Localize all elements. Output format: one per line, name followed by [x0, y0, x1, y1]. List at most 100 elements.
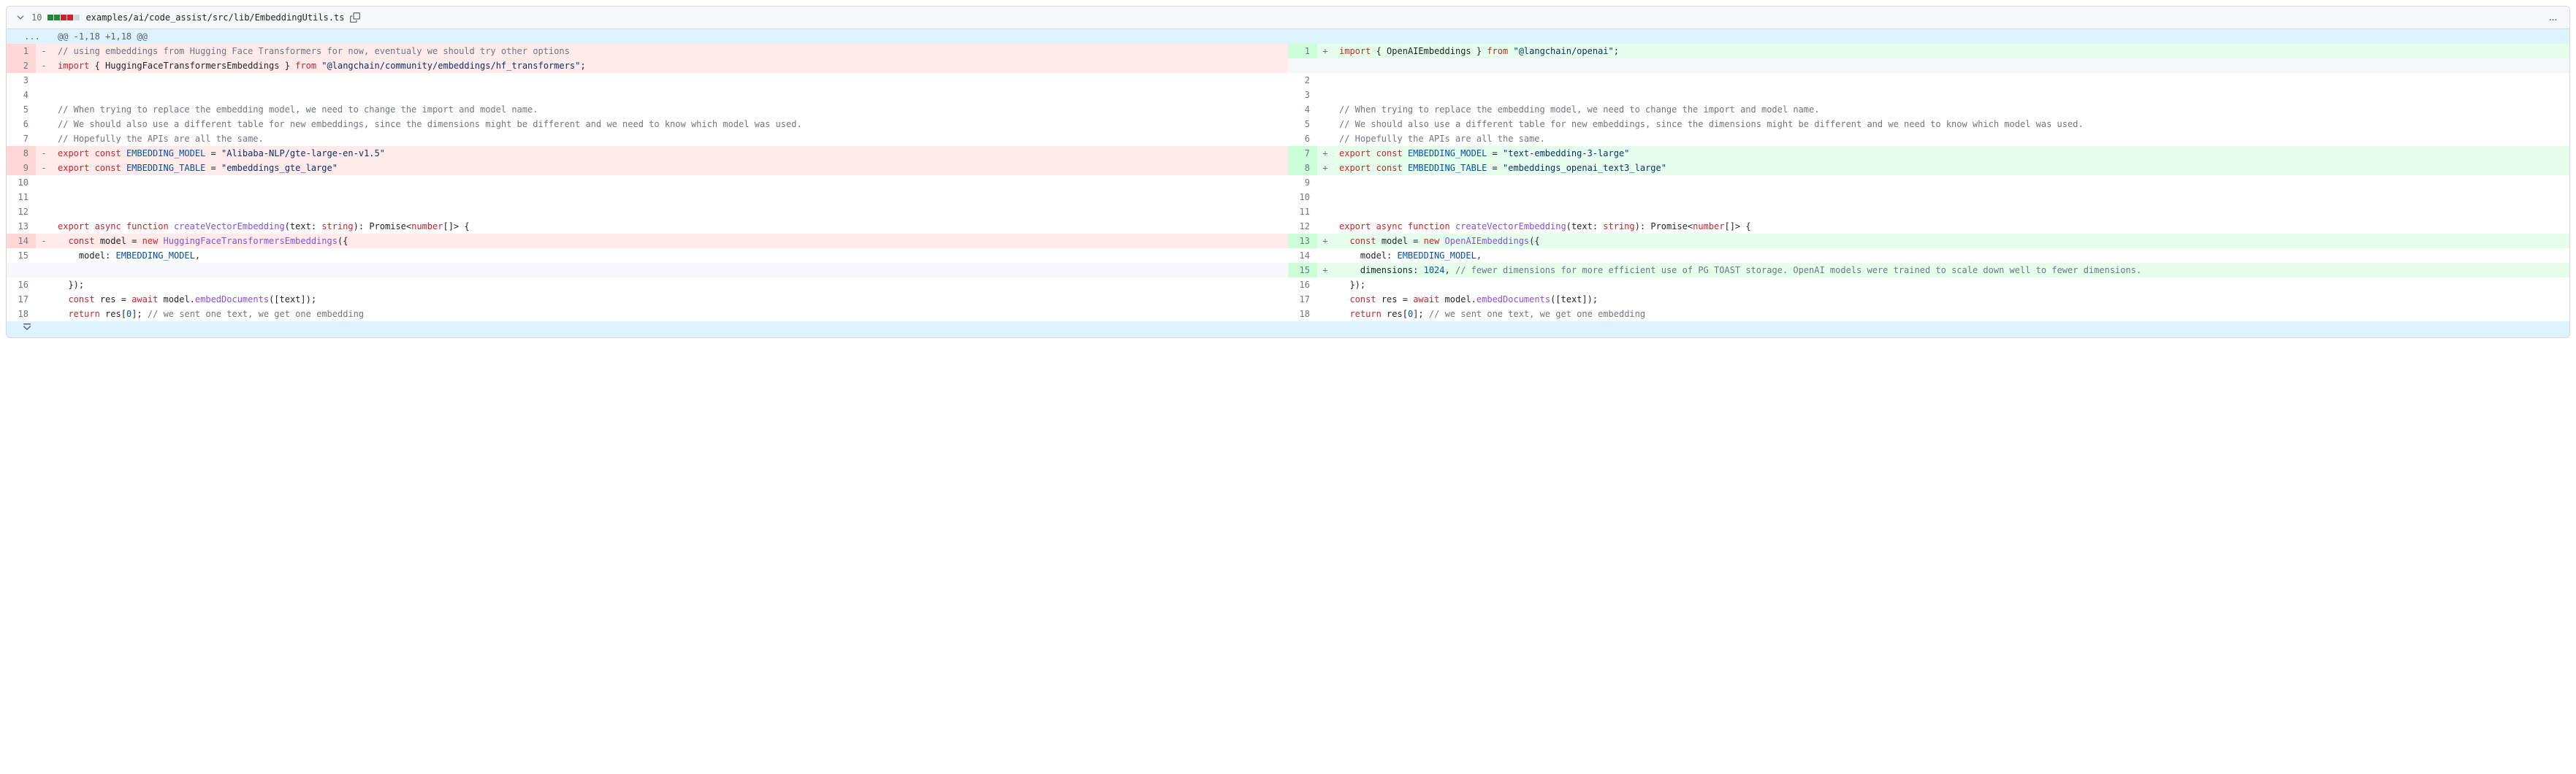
code-cell-old[interactable]: // using embeddings from Hugging Face Tr…	[52, 44, 1288, 58]
diff-marker-new	[1317, 58, 1333, 73]
line-number-old[interactable]: 15	[7, 248, 36, 263]
code-cell-new[interactable]: const model = new OpenAIEmbeddings({	[1333, 234, 2569, 248]
line-number-new[interactable]	[1288, 58, 1317, 73]
diff-marker-new: +	[1317, 146, 1333, 161]
line-number-new[interactable]: 11	[1288, 204, 1317, 219]
diff-marker-new	[1317, 204, 1333, 219]
diff-row: 10 9	[7, 175, 2569, 190]
code-cell-old[interactable]	[52, 88, 1288, 102]
line-number-old[interactable]: 13	[7, 219, 36, 234]
line-number-new[interactable]: 6	[1288, 131, 1317, 146]
code-cell-old[interactable]: });	[52, 277, 1288, 292]
code-cell-new[interactable]	[1333, 88, 2569, 102]
line-number-old[interactable]: 17	[7, 292, 36, 307]
code-cell-new[interactable]: import { OpenAIEmbeddings } from "@langc…	[1333, 44, 2569, 58]
code-cell-new[interactable]: // Hopefully the APIs are all the same.	[1333, 131, 2569, 146]
line-number-new[interactable]: 10	[1288, 190, 1317, 204]
collapse-chevron-icon[interactable]	[15, 12, 26, 23]
code-cell-old[interactable]: return res[0]; // we sent one text, we g…	[52, 307, 1288, 321]
code-cell-old[interactable]: const model = new HuggingFaceTransformer…	[52, 234, 1288, 248]
line-number-old[interactable]: 14	[7, 234, 36, 248]
code-cell-old[interactable]: // We should also use a different table …	[52, 117, 1288, 131]
code-cell-new[interactable]	[1333, 175, 2569, 190]
line-number-old[interactable]: 3	[7, 73, 36, 88]
diff-marker-old	[36, 102, 52, 117]
code-cell-new[interactable]	[1333, 190, 2569, 204]
code-cell-old[interactable]: export async function createVectorEmbedd…	[52, 219, 1288, 234]
code-cell-old[interactable]: const res = await model.embedDocuments([…	[52, 292, 1288, 307]
line-number-new[interactable]: 2	[1288, 73, 1317, 88]
copy-path-icon[interactable]	[350, 12, 360, 23]
line-number-old[interactable]: 6	[7, 117, 36, 131]
line-number-new[interactable]: 12	[1288, 219, 1317, 234]
code-cell-new[interactable]: });	[1333, 277, 2569, 292]
line-number-new[interactable]: 16	[1288, 277, 1317, 292]
diff-row: 32	[7, 73, 2569, 88]
code-cell-new[interactable]: // We should also use a different table …	[1333, 117, 2569, 131]
expand-down-button[interactable]	[7, 321, 52, 337]
code-cell-new[interactable]	[1333, 73, 2569, 88]
line-number-new[interactable]: 18	[1288, 307, 1317, 321]
code-cell-old[interactable]: export const EMBEDDING_MODEL = "Alibaba-…	[52, 146, 1288, 161]
code-cell-old[interactable]: // When trying to replace the embedding …	[52, 102, 1288, 117]
line-number-old[interactable]: 2	[7, 58, 36, 73]
diff-marker-old: -	[36, 44, 52, 58]
diff-marker-new: +	[1317, 263, 1333, 277]
diff-marker-old	[36, 117, 52, 131]
line-number-old[interactable]: 18	[7, 307, 36, 321]
line-number-old[interactable]: 9	[7, 161, 36, 175]
line-number-new[interactable]: 3	[1288, 88, 1317, 102]
code-cell-new[interactable]: return res[0]; // we sent one text, we g…	[1333, 307, 2569, 321]
diff-row: 6 // We should also use a different table…	[7, 117, 2569, 131]
line-number-old[interactable]: 16	[7, 277, 36, 292]
code-cell-old[interactable]: export const EMBEDDING_TABLE = "embeddin…	[52, 161, 1288, 175]
line-number-new[interactable]: 4	[1288, 102, 1317, 117]
code-cell-old[interactable]	[52, 204, 1288, 219]
code-cell-new[interactable]: const res = await model.embedDocuments([…	[1333, 292, 2569, 307]
code-cell-new[interactable]: export const EMBEDDING_MODEL = "text-emb…	[1333, 146, 2569, 161]
file-menu-kebab-icon[interactable]: …	[2546, 12, 2561, 23]
line-number-old[interactable]: 5	[7, 102, 36, 117]
code-cell-new[interactable]: export async function createVectorEmbedd…	[1333, 219, 2569, 234]
line-number-old[interactable]: 10	[7, 175, 36, 190]
line-number-new[interactable]: 5	[1288, 117, 1317, 131]
code-cell-new[interactable]: model: EMBEDDING_MODEL,	[1333, 248, 2569, 263]
code-cell-old[interactable]	[52, 175, 1288, 190]
line-number-new[interactable]: 9	[1288, 175, 1317, 190]
line-number-old[interactable]: 7	[7, 131, 36, 146]
code-cell-new[interactable]	[1333, 58, 2569, 73]
line-number-new[interactable]: 17	[1288, 292, 1317, 307]
code-cell-old[interactable]: model: EMBEDDING_MODEL,	[52, 248, 1288, 263]
file-header: 10 examples/ai/code_assist/src/lib/Embed…	[7, 7, 2569, 29]
line-number-old[interactable]: 1	[7, 44, 36, 58]
line-number-old[interactable]: 11	[7, 190, 36, 204]
line-number-old[interactable]: 8	[7, 146, 36, 161]
diff-row: 14- const model = new HuggingFaceTransfo…	[7, 234, 2569, 248]
code-cell-old[interactable]: import { HuggingFaceTransformersEmbeddin…	[52, 58, 1288, 73]
line-number-new[interactable]: 14	[1288, 248, 1317, 263]
code-cell-old[interactable]	[52, 73, 1288, 88]
diff-marker-new	[1317, 88, 1333, 102]
code-cell-new[interactable]: dimensions: 1024, // fewer dimensions fo…	[1333, 263, 2569, 277]
code-cell-new[interactable]: // When trying to replace the embedding …	[1333, 102, 2569, 117]
line-number-new[interactable]: 15	[1288, 263, 1317, 277]
code-cell-new[interactable]	[1333, 204, 2569, 219]
diff-marker-new: +	[1317, 44, 1333, 58]
line-number-new[interactable]: 1	[1288, 44, 1317, 58]
line-number-new[interactable]: 7	[1288, 146, 1317, 161]
diff-table: ... @@ -1,18 +1,18 @@ 1-// using embeddi…	[7, 29, 2569, 337]
line-number-new[interactable]: 8	[1288, 161, 1317, 175]
line-number-new[interactable]: 13	[1288, 234, 1317, 248]
code-cell-old[interactable]	[52, 263, 1288, 277]
line-number-old[interactable]	[7, 263, 36, 277]
diff-marker-old	[36, 277, 52, 292]
code-cell-new[interactable]: export const EMBEDDING_TABLE = "embeddin…	[1333, 161, 2569, 175]
line-number-old[interactable]: 4	[7, 88, 36, 102]
diff-marker-new	[1317, 175, 1333, 190]
code-cell-old[interactable]: // Hopefully the APIs are all the same.	[52, 131, 1288, 146]
diff-row: 2-import { HuggingFaceTransformersEmbedd…	[7, 58, 2569, 73]
file-path-link[interactable]: examples/ai/code_assist/src/lib/Embeddin…	[85, 12, 344, 23]
expand-hunk-button[interactable]: ...	[7, 29, 52, 44]
line-number-old[interactable]: 12	[7, 204, 36, 219]
code-cell-old[interactable]	[52, 190, 1288, 204]
